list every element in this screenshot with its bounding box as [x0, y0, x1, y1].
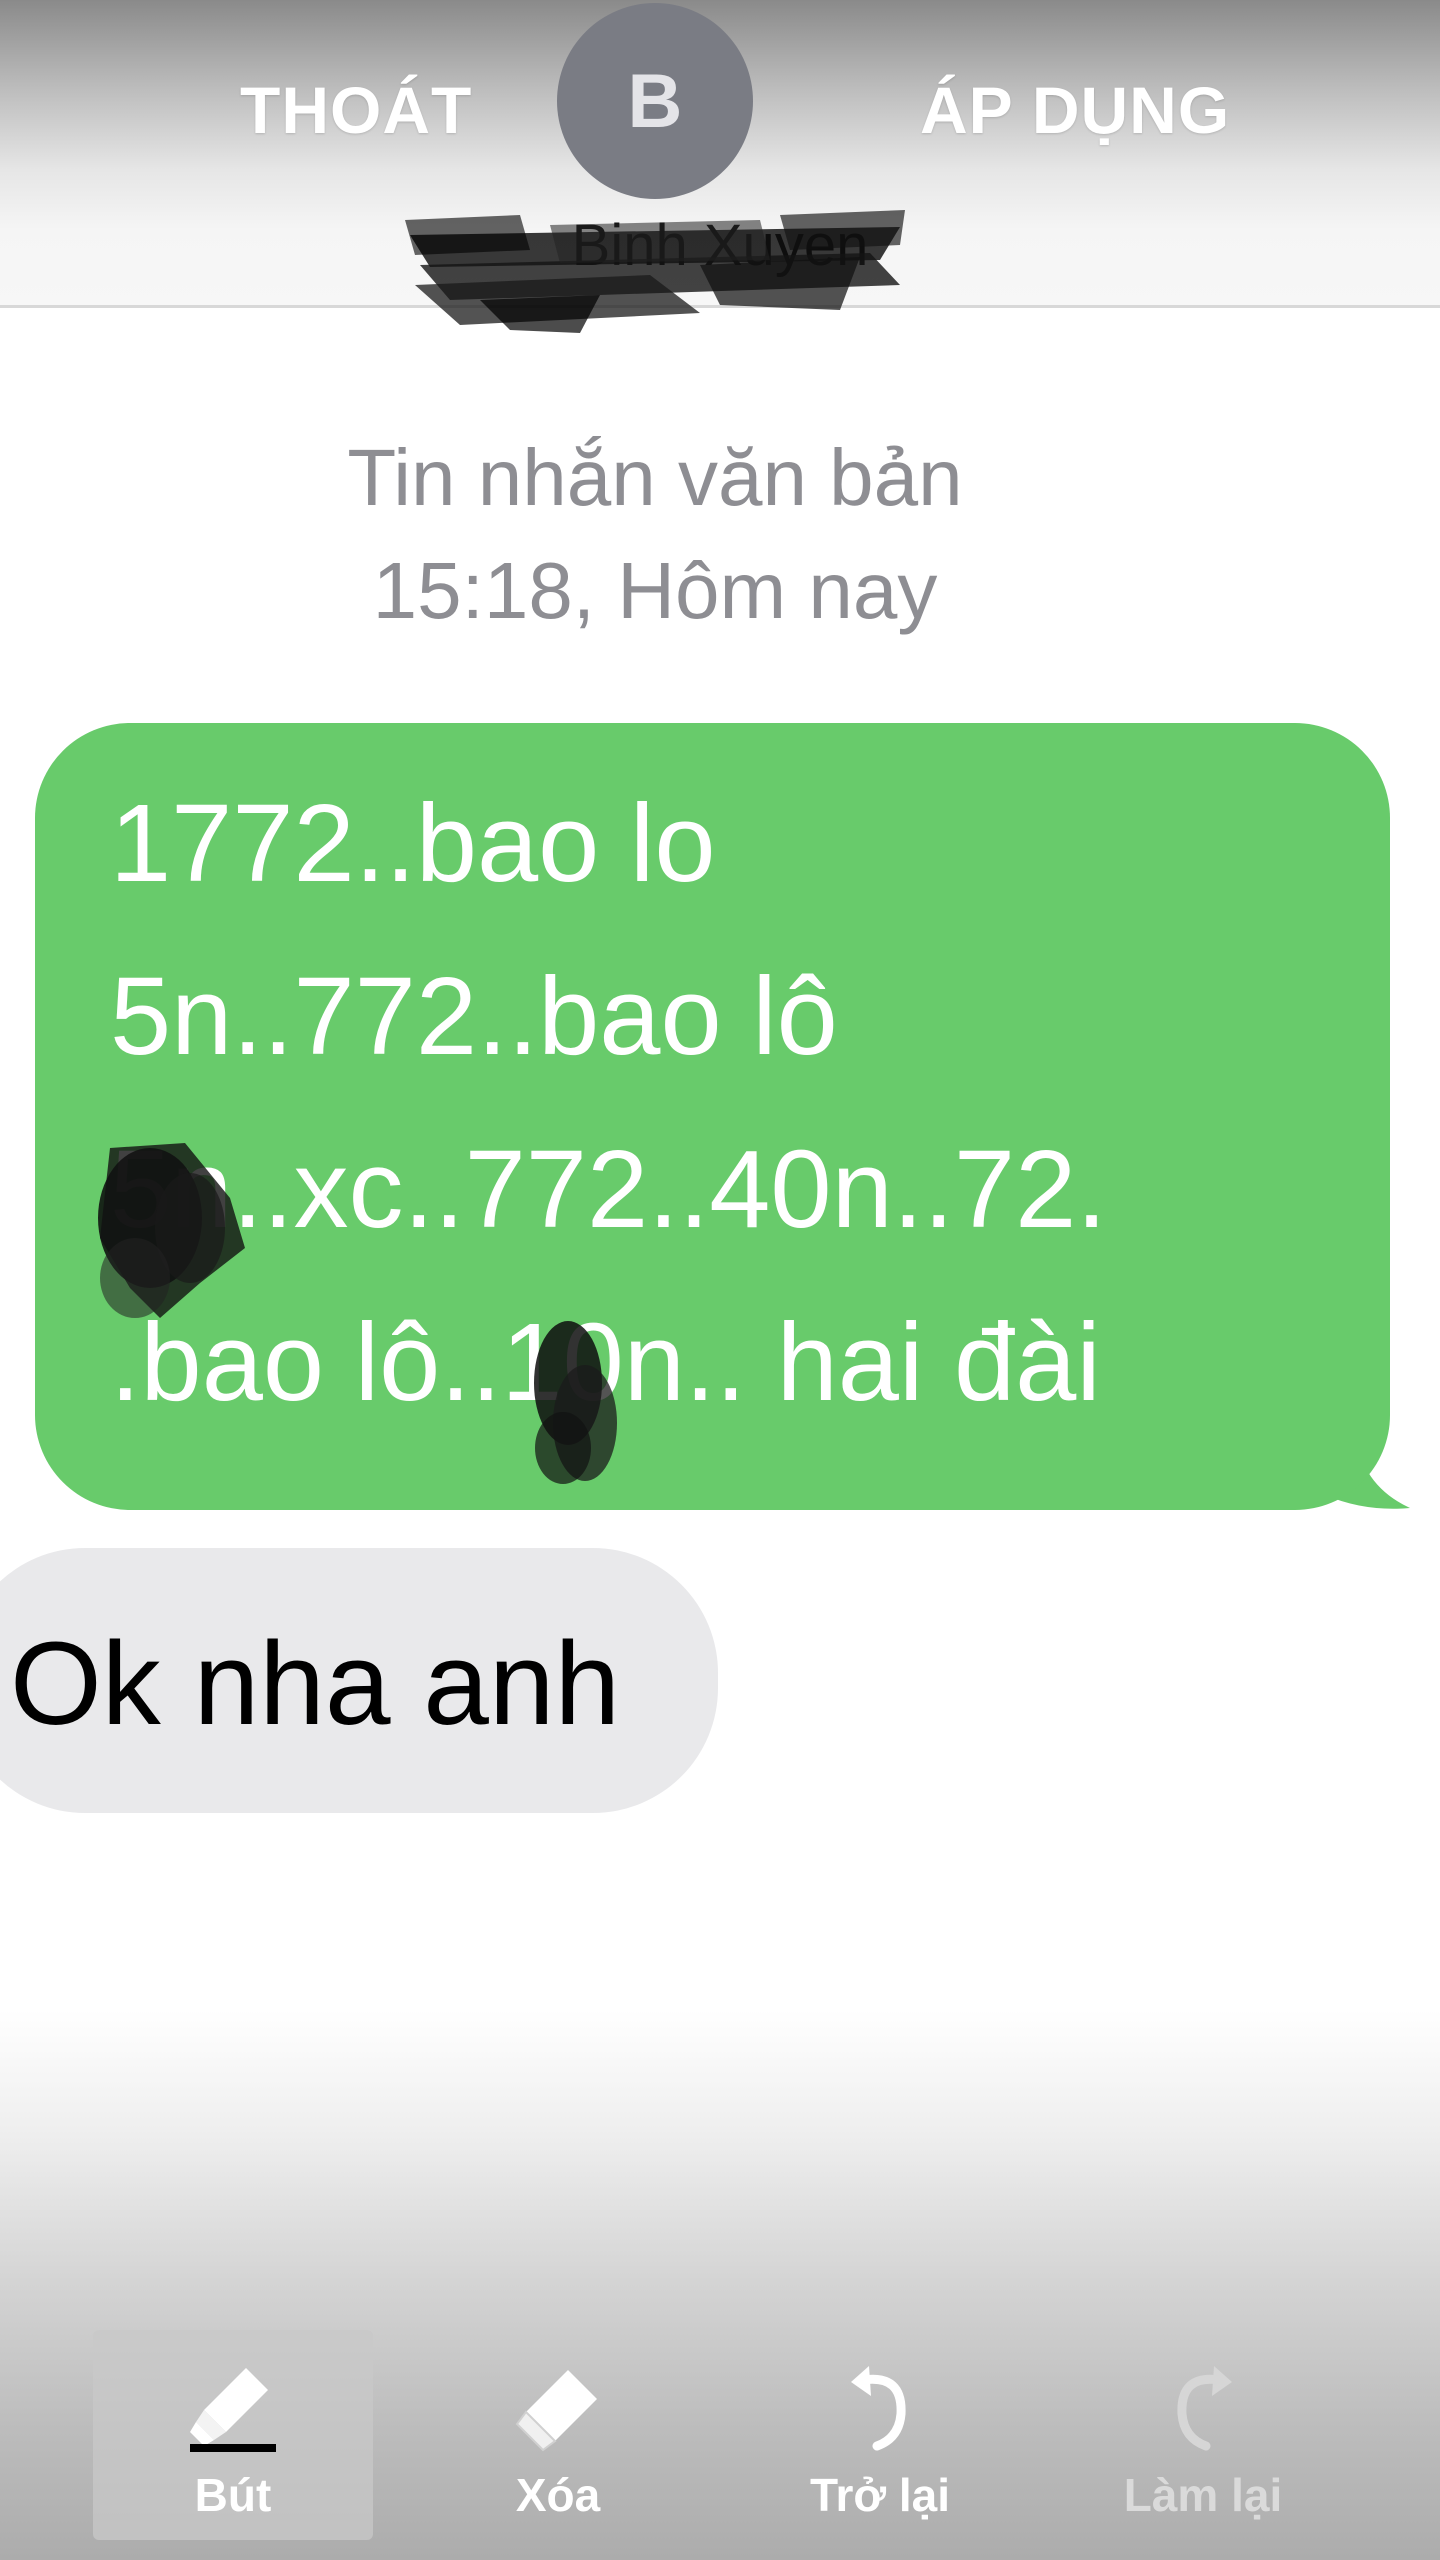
- pen-tool-label: Bút: [194, 2469, 272, 2521]
- avatar-initial: B: [627, 58, 683, 144]
- apply-button[interactable]: ÁP DỤNG: [920, 72, 1230, 148]
- contact-avatar[interactable]: B: [557, 3, 753, 199]
- sent-message-line: 5n..772..bao lô: [110, 955, 838, 1078]
- pen-tool-button[interactable]: Bút: [93, 2330, 373, 2540]
- undo-label: Trở lại: [809, 2469, 951, 2521]
- exit-button[interactable]: THOÁT: [240, 72, 472, 148]
- sent-message-line: .bao lô..10n.. hai đài: [110, 1301, 1101, 1424]
- redo-arrow-icon: [1177, 2366, 1232, 2451]
- sent-message-line: 1772..bao lo: [110, 782, 716, 905]
- message-timestamp: 15:18, Hôm nay: [372, 546, 938, 635]
- message-type-label: Tin nhắn văn bản: [347, 433, 963, 522]
- eraser-tool-button[interactable]: Xóa: [418, 2330, 698, 2540]
- undo-button[interactable]: Trở lại: [740, 2330, 1020, 2540]
- redo-button[interactable]: Làm lại: [1063, 2330, 1343, 2540]
- undo-arrow-icon: [851, 2366, 906, 2451]
- sent-message-line: 5n..xc..772..40n..72.: [110, 1128, 1107, 1251]
- edit-top-bar: THOÁT ÁP DỤNG B Binh Xuyen: [0, 0, 1440, 333]
- contact-name[interactable]: Binh Xuyen: [0, 212, 1440, 279]
- sent-message-bubble[interactable]: 1772..bao lo 5n..772..bao lô 5n..xc..772…: [35, 723, 1390, 1510]
- eraser-tool-label: Xóa: [515, 2469, 601, 2521]
- eraser-icon: [515, 2370, 597, 2452]
- drawing-toolbar: Bút Xóa Trở lại Làm lại: [0, 2010, 1440, 2560]
- redo-label: Làm lại: [1123, 2469, 1283, 2521]
- highlighter-pen-icon: [190, 2368, 276, 2452]
- received-message-text: Ok nha anh: [10, 1618, 621, 1750]
- received-message-bubble[interactable]: Ok nha anh: [0, 1548, 718, 1813]
